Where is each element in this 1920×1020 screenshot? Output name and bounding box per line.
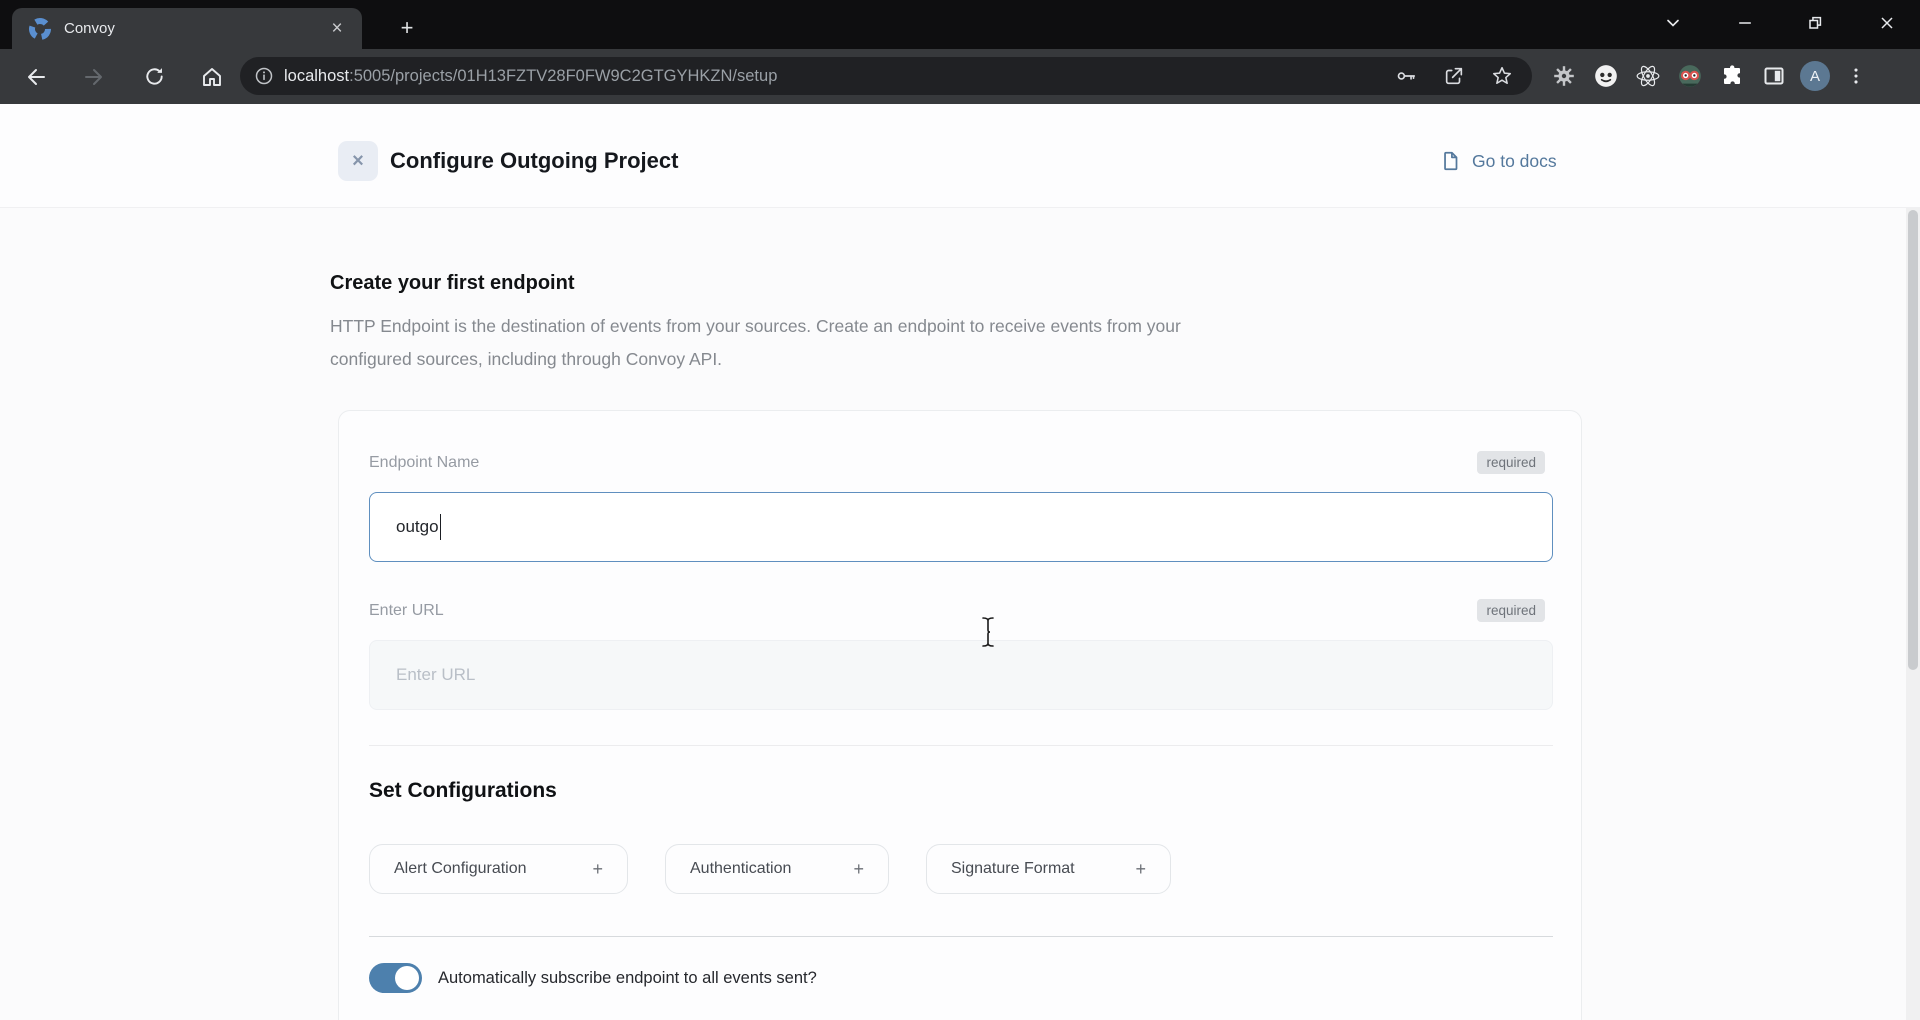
endpoint-name-label: Endpoint Name bbox=[369, 454, 479, 472]
forward-arrow-icon bbox=[82, 65, 106, 89]
address-bar[interactable]: localhost:5005/projects/01H13FZTV28F0FW9… bbox=[240, 57, 1532, 95]
extensions-row: A bbox=[1548, 57, 1872, 95]
home-icon bbox=[200, 65, 224, 89]
page-title: Configure Outgoing Project bbox=[390, 148, 678, 174]
subscribe-toggle[interactable] bbox=[369, 963, 422, 993]
go-to-docs-link[interactable]: Go to docs bbox=[1440, 150, 1557, 172]
tab-strip: Convoy × + bbox=[0, 0, 1920, 49]
signature-format-button[interactable]: Signature Format + bbox=[926, 844, 1171, 894]
endpoint-form-card: Endpoint Name required outgo Enter URL r… bbox=[338, 410, 1582, 1020]
forward-button[interactable] bbox=[74, 57, 114, 97]
browser-window: Convoy × + bbox=[0, 0, 1920, 1020]
extension-person-icon[interactable] bbox=[1590, 60, 1622, 92]
url-text: localhost:5005/projects/01H13FZTV28F0FW9… bbox=[284, 67, 1390, 86]
extension-gear-icon[interactable] bbox=[1548, 60, 1580, 92]
close-page-button[interactable]: × bbox=[338, 141, 378, 181]
page: × Configure Outgoing Project Go to docs … bbox=[0, 104, 1920, 1020]
new-tab-button[interactable]: + bbox=[392, 14, 422, 44]
configurations-row: Alert Configuration + Authentication + S… bbox=[369, 844, 1171, 894]
mouse-cursor-ibeam bbox=[980, 616, 996, 655]
section-divider bbox=[369, 936, 1553, 937]
tab-search-chevron-icon[interactable] bbox=[1650, 6, 1696, 40]
plus-icon: + bbox=[592, 859, 603, 880]
restore-button[interactable] bbox=[1792, 6, 1838, 40]
config-button-label: Authentication bbox=[690, 860, 791, 878]
close-window-button[interactable] bbox=[1864, 6, 1910, 40]
url-host: localhost bbox=[284, 67, 349, 85]
required-badge: required bbox=[1477, 451, 1545, 474]
endpoint-url-input[interactable] bbox=[369, 640, 1553, 710]
endpoint-name-field-head: Endpoint Name required bbox=[369, 451, 1545, 474]
authentication-button[interactable]: Authentication + bbox=[665, 844, 889, 894]
bookmark-star-icon[interactable] bbox=[1486, 60, 1518, 92]
tab-convoy[interactable]: Convoy × bbox=[12, 8, 362, 49]
scrollbar-track[interactable] bbox=[1906, 208, 1920, 1020]
scrollbar-thumb[interactable] bbox=[1908, 210, 1918, 670]
subscribe-toggle-label: Automatically subscribe endpoint to all … bbox=[438, 969, 817, 988]
intro-heading: Create your first endpoint bbox=[330, 272, 574, 295]
password-key-icon[interactable] bbox=[1390, 60, 1422, 92]
extensions-puzzle-icon[interactable] bbox=[1716, 60, 1748, 92]
endpoint-name-value: outgo bbox=[396, 517, 439, 537]
configurations-heading: Set Configurations bbox=[369, 779, 557, 803]
extension-goggles-icon[interactable] bbox=[1674, 60, 1706, 92]
endpoint-name-input[interactable]: outgo bbox=[369, 492, 1553, 562]
extension-react-icon[interactable] bbox=[1632, 60, 1664, 92]
url-path: :5005/projects/01H13FZTV28F0FW9C2GTGYHKZ… bbox=[349, 67, 777, 85]
section-divider bbox=[369, 745, 1553, 746]
profile-avatar[interactable]: A bbox=[1800, 61, 1830, 91]
tab-close-icon[interactable]: × bbox=[326, 18, 348, 40]
close-icon: × bbox=[352, 150, 364, 173]
page-header: × Configure Outgoing Project Go to docs bbox=[0, 104, 1920, 208]
reload-icon bbox=[143, 65, 166, 88]
reload-button[interactable] bbox=[134, 57, 174, 97]
config-button-label: Signature Format bbox=[951, 860, 1075, 878]
intro-description: HTTP Endpoint is the destination of even… bbox=[330, 310, 1250, 376]
home-button[interactable] bbox=[192, 57, 232, 97]
document-icon bbox=[1440, 150, 1462, 172]
minimize-button[interactable] bbox=[1722, 6, 1768, 40]
tab-title: Convoy bbox=[64, 20, 326, 37]
alert-configuration-button[interactable]: Alert Configuration + bbox=[369, 844, 628, 894]
share-icon[interactable] bbox=[1438, 60, 1470, 92]
go-to-docs-label: Go to docs bbox=[1472, 151, 1557, 172]
site-info-icon[interactable] bbox=[254, 66, 274, 86]
subscribe-toggle-row: Automatically subscribe endpoint to all … bbox=[369, 963, 817, 993]
convoy-favicon-icon bbox=[28, 17, 52, 41]
required-badge: required bbox=[1477, 599, 1545, 622]
back-arrow-icon bbox=[24, 65, 48, 89]
plus-icon: + bbox=[1135, 859, 1146, 880]
text-caret bbox=[440, 514, 442, 540]
endpoint-url-field-head: Enter URL required bbox=[369, 599, 1545, 622]
side-panel-icon[interactable] bbox=[1758, 60, 1790, 92]
plus-icon: + bbox=[853, 859, 864, 880]
config-button-label: Alert Configuration bbox=[394, 860, 527, 878]
toggle-knob bbox=[395, 966, 419, 990]
endpoint-url-label: Enter URL bbox=[369, 602, 444, 620]
browser-menu-icon[interactable] bbox=[1840, 60, 1872, 92]
back-button[interactable] bbox=[16, 57, 56, 97]
